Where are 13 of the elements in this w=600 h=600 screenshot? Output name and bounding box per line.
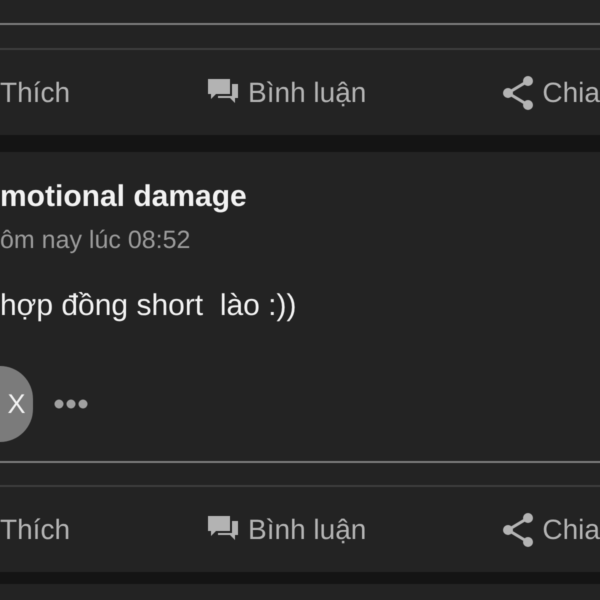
post-text: hợp đồng short lào :)): [0, 288, 298, 324]
like-button[interactable]: Thích: [0, 78, 70, 106]
author-name[interactable]: motional damage: [0, 182, 600, 212]
more-icon[interactable]: [53, 398, 89, 410]
share-button[interactable]: Chia: [502, 512, 600, 546]
avatar[interactable]: X: [0, 366, 33, 442]
share-icon: [502, 76, 534, 110]
share-button[interactable]: Chia: [502, 76, 600, 110]
like-button[interactable]: Thích: [0, 516, 70, 544]
comment-button[interactable]: Bình luận: [206, 514, 366, 546]
comment-button[interactable]: Bình luận: [206, 76, 366, 108]
share-icon: [502, 512, 534, 546]
post-time: ôm nay lúc 08:52: [0, 228, 192, 253]
